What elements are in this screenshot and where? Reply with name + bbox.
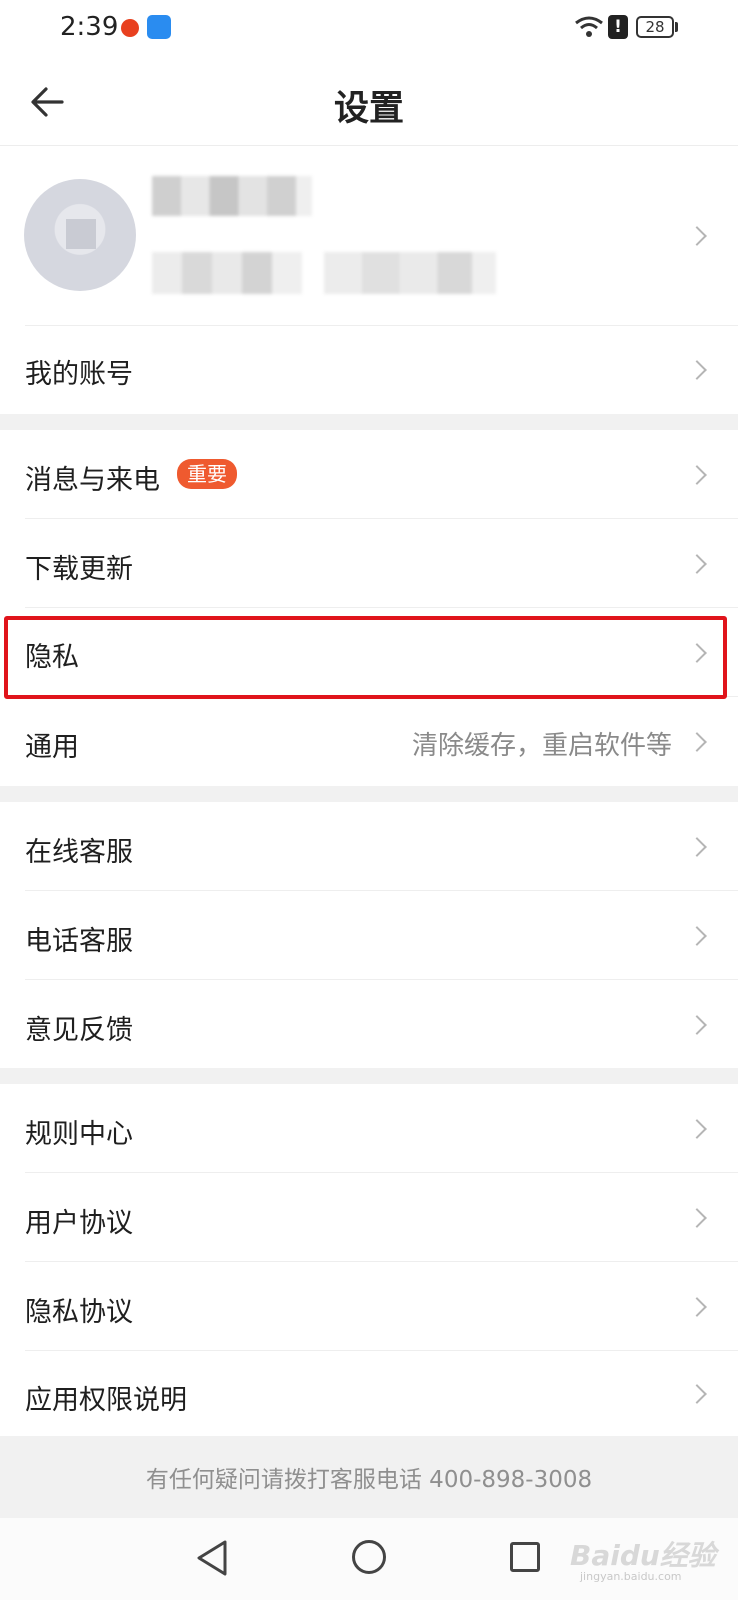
menu-item-label: 在线客服 [25,837,133,868]
menu-item-label: 下载更新 [25,554,133,585]
menu-item-user-agreement[interactable]: 用户协议 [0,1173,738,1262]
avatar [24,179,136,291]
chevron-right-icon [687,837,707,857]
profile-info-blurred-2 [324,252,496,294]
battery-icon: 28 [636,16,674,38]
chevron-right-icon [687,360,707,380]
menu-item-hint: 清除缓存，重启软件等 [411,731,672,761]
section-gap [0,414,738,430]
system-nav-bar: Baidu经验 jingyan.baidu.com [0,1518,738,1600]
chevron-right-icon [687,1208,707,1228]
nav-back-triangle-icon[interactable] [195,1538,229,1578]
baidu-watermark: Baidu经验 jingyan.baidu.com [570,1539,716,1583]
section-gap [0,786,738,802]
chevron-right-icon [687,1297,707,1317]
chevron-right-icon [687,926,707,946]
menu-item-general[interactable]: 通用 清除缓存，重启软件等 [0,697,738,786]
header: 设置 [0,56,738,146]
chevron-right-icon [687,1015,707,1035]
support-footer: 有任何疑问请拨打客服电话 400-898-3008 [0,1436,738,1518]
chevron-right-icon [687,732,707,752]
highlight-box [4,616,727,699]
menu-item-label: 通用 [25,732,79,763]
menu-item-label: 隐私协议 [25,1297,133,1328]
chevron-right-icon [687,554,707,574]
status-bar: 2:39 ! 28 [0,0,738,56]
menu-item-label: 应用权限说明 [25,1385,187,1416]
menu-item-app-permissions[interactable]: 应用权限说明 [0,1351,738,1436]
wifi-icon [575,16,603,37]
weather-app-icon [147,15,171,39]
status-time: 2:39 [60,12,119,42]
menu-item-privacy-agreement[interactable]: 隐私协议 [0,1262,738,1351]
menu-item-phone-support[interactable]: 电话客服 [0,891,738,980]
menu-item-feedback[interactable]: 意见反馈 [0,980,738,1068]
menu-item-online-support[interactable]: 在线客服 [0,802,738,891]
chevron-right-icon [687,465,707,485]
menu-item-label: 电话客服 [25,926,133,957]
battery-tip [675,22,678,32]
important-badge: 重要 [177,459,237,489]
alert-icon: ! [608,15,628,39]
chevron-right-icon [687,226,707,246]
menu-item-my-account[interactable]: 我的账号 [0,326,738,414]
menu-item-label: 我的账号 [25,359,133,390]
menu-item-label: 用户协议 [25,1208,133,1239]
section-gap [0,1068,738,1084]
menu-item-label: 消息与来电 [25,465,160,496]
menu-item-rules-center[interactable]: 规则中心 [0,1084,738,1173]
profile-card[interactable] [0,146,738,326]
menu-item-downloads-updates[interactable]: 下载更新 [0,519,738,608]
nav-recent-square-icon[interactable] [510,1542,540,1572]
page-title: 设置 [333,89,404,129]
notification-app-icon [121,19,139,37]
nav-home-circle-icon[interactable] [352,1540,386,1574]
chevron-right-icon [687,1119,707,1139]
menu-item-label: 规则中心 [25,1119,133,1150]
profile-info-blurred [152,252,302,294]
menu-item-messages-calls[interactable]: 消息与来电 重要 [0,430,738,519]
chevron-right-icon [687,1384,707,1404]
menu-item-label: 意见反馈 [25,1015,133,1046]
support-phone-text: 有任何疑问请拨打客服电话 400-898-3008 [145,1467,593,1493]
profile-name-blurred [152,176,312,216]
